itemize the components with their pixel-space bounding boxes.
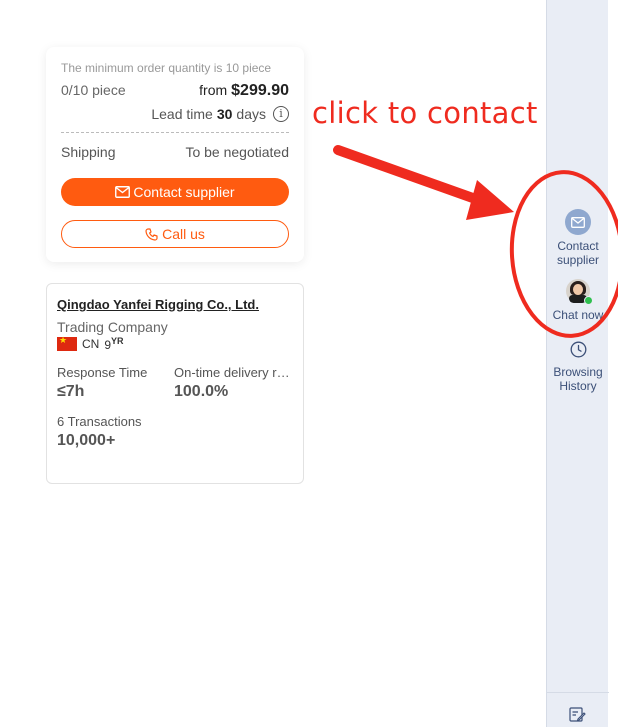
call-us-label: Call us — [162, 226, 205, 242]
stat-value: 100.0% — [174, 383, 229, 400]
sidebar-history-label-2: History — [559, 379, 597, 393]
company-name-link[interactable]: Qingdao Yanfei Rigging Co., Ltd. — [57, 297, 293, 312]
stat-label: 6 Transactions — [57, 414, 142, 429]
years-in-business: 9YR — [104, 336, 124, 352]
supplier-card: Qingdao Yanfei Rigging Co., Ltd. Trading… — [46, 283, 304, 484]
china-flag-icon: ★ — [57, 335, 77, 351]
country-code: CN — [82, 337, 100, 351]
mail-icon — [565, 209, 591, 235]
mail-icon — [115, 186, 131, 198]
lead-days: 30 — [216, 106, 233, 122]
right-sidebar: Contact supplier Chat now Browsing Histo… — [546, 0, 609, 727]
edit-icon[interactable] — [569, 707, 586, 723]
sidebar-contact-supplier[interactable]: Contact supplier — [547, 209, 609, 267]
shipping-label: Shipping — [61, 144, 116, 160]
stat-value: ≤7h — [57, 383, 85, 400]
info-icon[interactable]: i — [273, 106, 289, 122]
avatar — [566, 279, 593, 305]
quantity: 0/10 piece — [61, 82, 126, 98]
country-row: ★ CN 9YR — [57, 335, 293, 352]
annotation-arrowhead — [466, 180, 514, 220]
company-type: Trading Company — [57, 319, 168, 335]
lead-suffix: days — [236, 106, 266, 122]
order-card: The minimum order quantity is 10 piece 0… — [46, 47, 304, 262]
sidebar-contact-label-1: Contact — [557, 239, 599, 253]
divider — [61, 132, 289, 133]
stat-value: 10,000+ — [57, 432, 116, 449]
online-status-icon — [584, 296, 593, 305]
quantity-price-row: 0/10 piece from $299.90 — [61, 82, 289, 100]
moq-text: The minimum order quantity is 10 piece — [61, 61, 272, 75]
contact-supplier-button[interactable]: Contact supplier — [61, 178, 289, 206]
response-time-stat: Response Time ≤7h — [57, 365, 174, 401]
price: $299.90 — [231, 82, 289, 99]
price-prefix: from — [199, 82, 228, 98]
supplier-stats: Response Time ≤7h On-time delivery rate … — [57, 365, 293, 401]
sidebar-history-label-1: Browsing — [553, 365, 603, 379]
sidebar-chat-label: Chat now — [552, 308, 604, 322]
sidebar-divider — [547, 692, 609, 693]
shipping-row: Shipping To be negotiated — [61, 144, 289, 160]
lead-prefix: Lead time — [151, 106, 213, 122]
sidebar-browsing-history[interactable]: Browsing History — [547, 341, 609, 393]
on-time-delivery-stat: On-time delivery rate 100.0% — [174, 365, 293, 401]
price-block: from $299.90 — [199, 82, 289, 100]
call-us-button[interactable]: Call us — [61, 220, 289, 248]
stat-label: Response Time — [57, 365, 148, 380]
lead-time: Lead time 30 days i — [61, 106, 289, 122]
annotation-text: click to contact — [312, 96, 538, 130]
phone-icon — [145, 227, 158, 241]
transactions-stat: 6 Transactions 10,000+ — [57, 414, 293, 450]
contact-supplier-label: Contact supplier — [133, 184, 235, 200]
clock-icon — [570, 341, 586, 358]
annotation-arrow-icon — [333, 145, 489, 207]
sidebar-chat-now[interactable]: Chat now — [547, 279, 609, 322]
stat-label: On-time delivery rate — [174, 365, 293, 380]
shipping-value: To be negotiated — [185, 144, 289, 160]
sidebar-contact-label-2: supplier — [556, 253, 600, 267]
